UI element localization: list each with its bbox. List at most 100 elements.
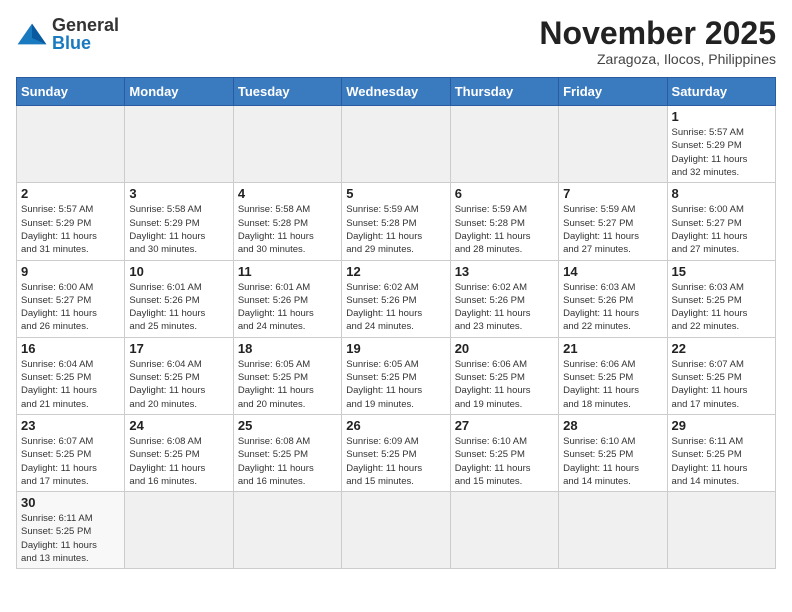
calendar-day-cell [233, 106, 341, 183]
calendar-day-cell: 10Sunrise: 6:01 AM Sunset: 5:26 PM Dayli… [125, 260, 233, 337]
calendar-day-cell: 20 Sunrise: 6:06 AM Sunset: 5:25 PM Dayli… [450, 337, 558, 414]
day-info: Sunrise: 6:07 AM Sunset: 5:25 PM Dayligh… [21, 435, 120, 488]
calendar-day-cell: 8Sunrise: 6:00 AM Sunset: 5:27 PM Daylig… [667, 183, 775, 260]
day-info: Sunrise: 6:11 AM Sunset: 5:25 PM Dayligh… [672, 435, 771, 488]
day-number: 28 [563, 418, 662, 433]
day-number: 29 [672, 418, 771, 433]
calendar-day-cell [450, 492, 558, 569]
calendar-day-cell [559, 106, 667, 183]
calendar-day-cell: 13 Sunrise: 6:02 AM Sunset: 5:26 PM Dayli… [450, 260, 558, 337]
day-number: 27 [455, 418, 554, 433]
day-info: Sunrise: 6:08 AM Sunset: 5:25 PM Dayligh… [129, 435, 228, 488]
day-number: 14 [563, 264, 662, 279]
day-number: 25 [238, 418, 337, 433]
calendar-day-cell: 27 Sunrise: 6:10 AM Sunset: 5:25 PM Dayli… [450, 414, 558, 491]
day-info: Sunrise: 6:00 AM Sunset: 5:27 PM Dayligh… [672, 203, 771, 256]
calendar-day-cell: 22 Sunrise: 6:07 AM Sunset: 5:25 PM Dayli… [667, 337, 775, 414]
calendar-day-cell [559, 492, 667, 569]
calendar-day-cell [125, 492, 233, 569]
day-info: Sunrise: 5:59 AM Sunset: 5:28 PM Dayligh… [346, 203, 445, 256]
day-info: Sunrise: 5:58 AM Sunset: 5:29 PM Dayligh… [129, 203, 228, 256]
calendar-day-cell [125, 106, 233, 183]
calendar-day-cell [667, 492, 775, 569]
day-number: 7 [563, 186, 662, 201]
day-info: Sunrise: 6:04 AM Sunset: 5:25 PM Dayligh… [129, 358, 228, 411]
calendar-week-row: 9 Sunrise: 6:00 AM Sunset: 5:27 PM Daylig… [17, 260, 776, 337]
day-number: 12 [346, 264, 445, 279]
day-info: Sunrise: 6:06 AM Sunset: 5:25 PM Dayligh… [455, 358, 554, 411]
calendar-day-cell: 4 Sunrise: 5:58 AM Sunset: 5:28 PM Daylig… [233, 183, 341, 260]
day-info: Sunrise: 6:02 AM Sunset: 5:26 PM Dayligh… [455, 281, 554, 334]
logo-general: General [52, 15, 119, 35]
day-info: Sunrise: 5:57 AM Sunset: 5:29 PM Dayligh… [672, 126, 771, 179]
day-info: Sunrise: 6:04 AM Sunset: 5:25 PM Dayligh… [21, 358, 120, 411]
calendar-day-cell: 24 Sunrise: 6:08 AM Sunset: 5:25 PM Dayli… [125, 414, 233, 491]
day-info: Sunrise: 5:58 AM Sunset: 5:28 PM Dayligh… [238, 203, 337, 256]
day-number: 19 [346, 341, 445, 356]
calendar-day-cell: 7Sunrise: 5:59 AM Sunset: 5:27 PM Daylig… [559, 183, 667, 260]
calendar-week-row: 30 Sunrise: 6:11 AM Sunset: 5:25 PM Dayli… [17, 492, 776, 569]
weekday-header-friday: Friday [559, 78, 667, 106]
calendar-day-cell: 9 Sunrise: 6:00 AM Sunset: 5:27 PM Daylig… [17, 260, 125, 337]
calendar-week-row: 1 Sunrise: 5:57 AM Sunset: 5:29 PM Daylig… [17, 106, 776, 183]
calendar-day-cell: 3Sunrise: 5:58 AM Sunset: 5:29 PM Daylig… [125, 183, 233, 260]
day-info: Sunrise: 6:05 AM Sunset: 5:25 PM Dayligh… [346, 358, 445, 411]
calendar-day-cell [342, 106, 450, 183]
logo: General Blue [16, 16, 119, 52]
month-title: November 2025 [539, 16, 776, 51]
weekday-header-tuesday: Tuesday [233, 78, 341, 106]
day-number: 4 [238, 186, 337, 201]
calendar-week-row: 2Sunrise: 5:57 AM Sunset: 5:29 PM Daylig… [17, 183, 776, 260]
calendar-day-cell: 1 Sunrise: 5:57 AM Sunset: 5:29 PM Daylig… [667, 106, 775, 183]
day-info: Sunrise: 6:03 AM Sunset: 5:25 PM Dayligh… [672, 281, 771, 334]
day-info: Sunrise: 6:07 AM Sunset: 5:25 PM Dayligh… [672, 358, 771, 411]
calendar-day-cell: 25Sunrise: 6:08 AM Sunset: 5:25 PM Dayli… [233, 414, 341, 491]
weekday-header-row: SundayMondayTuesdayWednesdayThursdayFrid… [17, 78, 776, 106]
calendar-week-row: 23 Sunrise: 6:07 AM Sunset: 5:25 PM Dayli… [17, 414, 776, 491]
calendar-day-cell: 26Sunrise: 6:09 AM Sunset: 5:25 PM Dayli… [342, 414, 450, 491]
calendar-week-row: 16 Sunrise: 6:04 AM Sunset: 5:25 PM Dayli… [17, 337, 776, 414]
day-number: 6 [455, 186, 554, 201]
day-info: Sunrise: 6:01 AM Sunset: 5:26 PM Dayligh… [129, 281, 228, 334]
logo-text: General Blue [52, 16, 119, 52]
day-info: Sunrise: 6:11 AM Sunset: 5:25 PM Dayligh… [21, 512, 120, 565]
calendar-day-cell: 19 Sunrise: 6:05 AM Sunset: 5:25 PM Dayli… [342, 337, 450, 414]
day-info: Sunrise: 6:10 AM Sunset: 5:25 PM Dayligh… [563, 435, 662, 488]
calendar-day-cell: 23 Sunrise: 6:07 AM Sunset: 5:25 PM Dayli… [17, 414, 125, 491]
weekday-header-sunday: Sunday [17, 78, 125, 106]
day-number: 24 [129, 418, 228, 433]
header: General Blue November 2025 Zaragoza, Ilo… [16, 16, 776, 67]
day-info: Sunrise: 6:05 AM Sunset: 5:25 PM Dayligh… [238, 358, 337, 411]
day-number: 30 [21, 495, 120, 510]
day-number: 5 [346, 186, 445, 201]
calendar-day-cell: 5 Sunrise: 5:59 AM Sunset: 5:28 PM Daylig… [342, 183, 450, 260]
day-info: Sunrise: 5:57 AM Sunset: 5:29 PM Dayligh… [21, 203, 120, 256]
day-number: 13 [455, 264, 554, 279]
day-number: 9 [21, 264, 120, 279]
weekday-header-wednesday: Wednesday [342, 78, 450, 106]
day-number: 1 [672, 109, 771, 124]
calendar-day-cell: 30 Sunrise: 6:11 AM Sunset: 5:25 PM Dayli… [17, 492, 125, 569]
calendar-day-cell: 6Sunrise: 5:59 AM Sunset: 5:28 PM Daylig… [450, 183, 558, 260]
calendar-day-cell: 12 Sunrise: 6:02 AM Sunset: 5:26 PM Dayli… [342, 260, 450, 337]
calendar-day-cell: 29 Sunrise: 6:11 AM Sunset: 5:25 PM Dayli… [667, 414, 775, 491]
day-number: 11 [238, 264, 337, 279]
calendar-day-cell: 28 Sunrise: 6:10 AM Sunset: 5:25 PM Dayli… [559, 414, 667, 491]
day-info: Sunrise: 6:02 AM Sunset: 5:26 PM Dayligh… [346, 281, 445, 334]
day-info: Sunrise: 6:00 AM Sunset: 5:27 PM Dayligh… [21, 281, 120, 334]
day-number: 17 [129, 341, 228, 356]
day-number: 16 [21, 341, 120, 356]
title-block: November 2025 Zaragoza, Ilocos, Philippi… [539, 16, 776, 67]
day-info: Sunrise: 6:10 AM Sunset: 5:25 PM Dayligh… [455, 435, 554, 488]
day-info: Sunrise: 6:03 AM Sunset: 5:26 PM Dayligh… [563, 281, 662, 334]
day-number: 21 [563, 341, 662, 356]
calendar-day-cell: 2Sunrise: 5:57 AM Sunset: 5:29 PM Daylig… [17, 183, 125, 260]
calendar-day-cell: 18Sunrise: 6:05 AM Sunset: 5:25 PM Dayli… [233, 337, 341, 414]
weekday-header-saturday: Saturday [667, 78, 775, 106]
day-number: 23 [21, 418, 120, 433]
day-number: 22 [672, 341, 771, 356]
day-number: 20 [455, 341, 554, 356]
calendar-day-cell: 16 Sunrise: 6:04 AM Sunset: 5:25 PM Dayli… [17, 337, 125, 414]
calendar-day-cell: 21Sunrise: 6:06 AM Sunset: 5:25 PM Dayli… [559, 337, 667, 414]
calendar-day-cell [17, 106, 125, 183]
